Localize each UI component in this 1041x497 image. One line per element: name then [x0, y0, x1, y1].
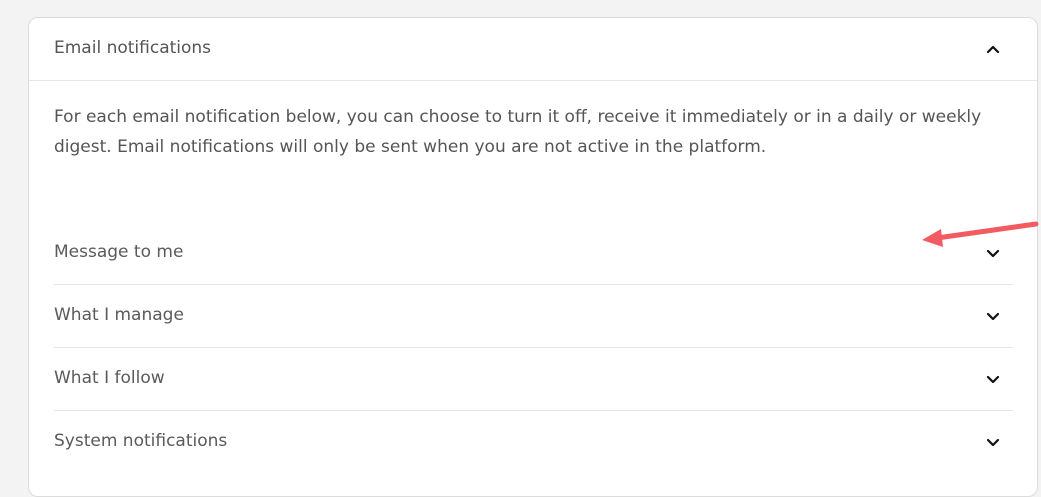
email-notifications-panel: Email notifications For each email notif… — [28, 17, 1038, 497]
notification-item-message-to-me[interactable]: Message to me — [54, 222, 1013, 285]
chevron-up-icon[interactable] — [985, 42, 1001, 58]
panel-header[interactable]: Email notifications — [29, 18, 1037, 81]
panel-description: For each email notification below, you c… — [54, 107, 982, 157]
notification-item-label: System notifications — [54, 431, 228, 451]
chevron-down-icon[interactable] — [985, 371, 1001, 387]
chevron-down-icon[interactable] — [985, 308, 1001, 324]
notification-item-label: Message to me — [54, 242, 184, 262]
notification-item-what-i-follow[interactable]: What I follow — [54, 348, 1013, 411]
notification-item-label: What I manage — [54, 305, 184, 325]
notification-item-label: What I follow — [54, 368, 165, 388]
chevron-down-icon[interactable] — [985, 434, 1001, 450]
chevron-down-icon[interactable] — [985, 245, 1001, 261]
notification-item-system-notifications[interactable]: System notifications — [54, 411, 1013, 474]
notification-list: Message to me What I manage What I follo… — [54, 222, 1013, 474]
notification-item-what-i-manage[interactable]: What I manage — [54, 285, 1013, 348]
panel-title: Email notifications — [54, 38, 212, 58]
